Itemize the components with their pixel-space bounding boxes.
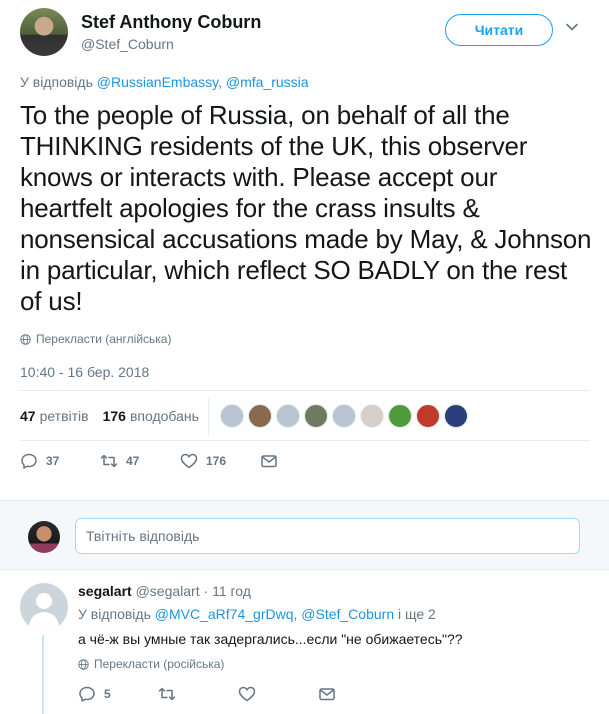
chevron-down-icon[interactable] [565, 20, 579, 34]
reply-icon [21, 453, 37, 469]
retweet-button[interactable]: 47 [100, 452, 180, 470]
retweet-icon [158, 687, 176, 701]
divider [20, 440, 590, 441]
reply-button[interactable]: 37 [20, 452, 100, 470]
heart-icon [238, 686, 256, 702]
translate-link[interactable]: Перекласти (російська) [78, 657, 224, 671]
reply-prefix: У відповідь [78, 606, 151, 622]
liker-avatar[interactable] [220, 404, 244, 428]
retweets-count[interactable]: 47 [20, 408, 36, 424]
liker-avatar[interactable] [248, 404, 272, 428]
reply-actions: 5 [78, 685, 398, 703]
divider [20, 390, 590, 391]
retweets-label[interactable]: ретвітів [40, 408, 89, 424]
reply-count: 37 [46, 454, 60, 468]
liker-avatar[interactable] [276, 404, 300, 428]
liker-avatar[interactable] [332, 404, 356, 428]
liker-avatar[interactable] [388, 404, 412, 428]
tweet-text: To the people of Russia, on behalf of al… [20, 100, 592, 316]
retweet-icon [100, 454, 118, 468]
mention-link[interactable]: @Stef_Coburn [301, 606, 394, 622]
mention-link[interactable]: @RussianEmbassy [97, 74, 218, 90]
like-button[interactable] [238, 685, 318, 703]
reply-header: segalart @segalart · 11 год [78, 583, 251, 599]
reply-author-handle[interactable]: @segalart [136, 583, 200, 599]
tweet-header: Stef Anthony Coburn @Stef_Coburn Читати [20, 8, 590, 58]
author-avatar[interactable] [20, 8, 68, 56]
translate-label: Перекласти (англійська) [36, 332, 172, 346]
mention-link[interactable]: @mfa_russia [226, 74, 309, 90]
reply-context: У відповідь @MVC_aRf74_grDwq, @Stef_Cobu… [78, 606, 436, 622]
globe-icon [78, 658, 89, 670]
like-count: 176 [206, 454, 227, 468]
heart-icon [180, 453, 198, 469]
reply-tweet[interactable]: segalart @segalart · 11 год У відповідь … [0, 571, 609, 714]
liker-avatar[interactable] [304, 404, 328, 428]
more-mentions[interactable]: і ще 2 [398, 606, 436, 622]
translate-label: Перекласти (російська) [94, 657, 225, 671]
reply-context: У відповідь @RussianEmbassy, @mfa_russia [20, 74, 309, 90]
avatar-body [29, 612, 59, 631]
mention-separator: , [218, 74, 222, 90]
liker-avatar[interactable] [416, 404, 440, 428]
tweet-timestamp[interactable]: 10:40 - 16 бер. 2018 [20, 364, 149, 380]
reply-button[interactable]: 5 [78, 685, 158, 703]
tweet-actions: 37 47 176 [20, 452, 340, 470]
retweet-button[interactable] [158, 685, 238, 703]
author-name[interactable]: Stef Anthony Coburn [81, 12, 261, 33]
likes-count[interactable]: 176 [103, 408, 126, 424]
liker-avatar[interactable] [360, 404, 384, 428]
default-avatar-icon[interactable] [20, 583, 68, 631]
tweet-stats: 47 ретвітів 176 вподобань [20, 402, 213, 430]
reply-count: 5 [104, 687, 111, 701]
thread-line [42, 635, 44, 714]
reply-prefix: У відповідь [20, 74, 93, 90]
mention-separator: , [293, 606, 298, 622]
author-handle[interactable]: @Stef_Coburn [81, 36, 174, 52]
liker-avatar[interactable] [444, 404, 468, 428]
follow-button[interactable]: Читати [445, 14, 553, 46]
translate-link[interactable]: Перекласти (англійська) [20, 332, 171, 346]
globe-icon [20, 333, 31, 345]
reply-icon [79, 686, 95, 702]
reply-author-name[interactable]: segalart [78, 583, 132, 599]
like-button[interactable]: 176 [180, 452, 260, 470]
reply-input[interactable]: Твітніть відповідь [75, 518, 580, 554]
retweet-count: 47 [126, 454, 140, 468]
stats-separator [208, 398, 209, 436]
avatar-head [36, 593, 52, 609]
likers-avatars [220, 404, 468, 428]
direct-message-button[interactable] [260, 452, 340, 470]
mention-link[interactable]: @MVC_aRf74_grDwq [155, 606, 294, 622]
envelope-icon [261, 455, 277, 468]
reply-time[interactable]: · 11 год [204, 583, 251, 599]
direct-message-button[interactable] [318, 685, 398, 703]
reply-composer: Твітніть відповідь [0, 500, 609, 570]
reply-text: а чё-ж вы умные так задергались...если "… [78, 631, 463, 647]
envelope-icon [319, 688, 335, 701]
likes-label[interactable]: вподобань [130, 408, 199, 424]
current-user-avatar[interactable] [28, 521, 60, 553]
